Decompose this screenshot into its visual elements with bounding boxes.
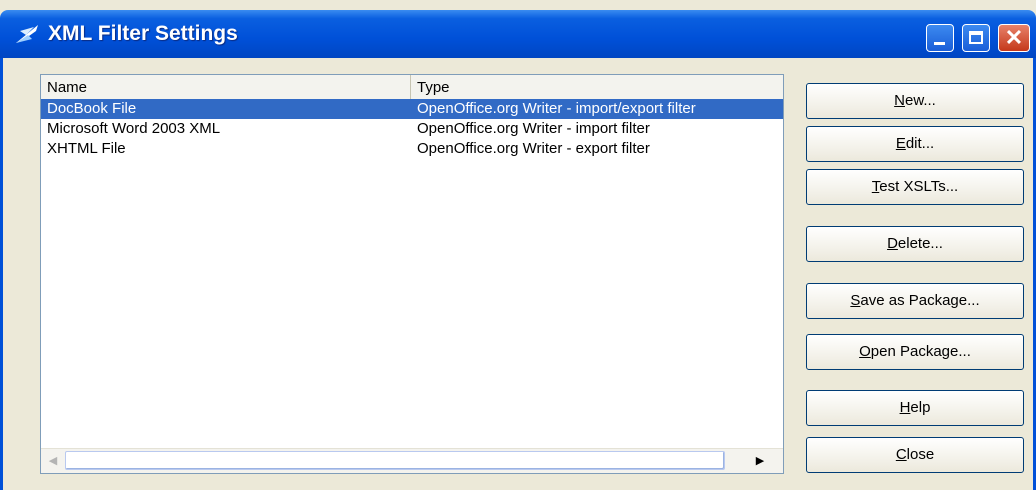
list-header: Name Type [41,75,783,100]
list-rows: DocBook File OpenOffice.org Writer - imp… [41,99,783,159]
scroll-left-button[interactable]: ◀ [43,451,63,471]
new-access-key: N [894,92,905,109]
filter-list[interactable]: Name Type DocBook File OpenOffice.org Wr… [40,74,784,474]
arrow-left-icon: ◀ [48,455,58,467]
close-icon: ✕ [1004,25,1024,50]
delete-button[interactable]: Delete... [806,226,1024,262]
title-bar[interactable]: XML Filter Settings ✕ [0,10,1036,58]
maximize-icon [969,31,983,44]
scroll-right-button[interactable]: ▶ [739,451,781,471]
xml-filter-icon [16,25,38,43]
horizontal-scrollbar[interactable]: ◀ ▶ [41,448,783,473]
row-type: OpenOffice.org Writer - export filter [417,140,650,157]
row-type: OpenOffice.org Writer - import/export fi… [417,100,696,117]
column-header-name[interactable]: Name [41,75,411,99]
row-name: Microsoft Word 2003 XML [47,120,221,137]
scroll-thumb[interactable] [65,451,725,470]
help-label: elp [910,399,931,416]
new-button[interactable]: New... [806,83,1024,119]
close-button[interactable]: Close [806,437,1024,473]
new-label: ew... [904,92,936,109]
row-type: OpenOffice.org Writer - import filter [417,120,650,137]
edit-button[interactable]: Edit... [806,126,1024,162]
edit-label: dit... [905,135,935,152]
maximize-button[interactable] [962,24,990,52]
close-label: lose [906,446,935,463]
row-name: XHTML File [47,140,126,157]
xml-filter-settings-dialog: XML Filter Settings ✕ Name Type DocBook … [0,0,1036,490]
column-header-type[interactable]: Type [411,75,783,99]
save-access-key: S [850,292,861,309]
list-row[interactable]: DocBook File OpenOffice.org Writer - imp… [41,99,783,119]
list-row[interactable]: XHTML File OpenOffice.org Writer - expor… [41,139,783,159]
minimize-button[interactable] [926,24,954,52]
list-row[interactable]: Microsoft Word 2003 XML OpenOffice.org W… [41,119,783,139]
close-access-key: C [895,446,907,463]
help-access-key: H [899,399,911,416]
save-as-package-button[interactable]: Save as Package... [806,283,1024,319]
open-access-key: O [859,343,871,360]
edit-access-key: E [895,135,906,152]
delete-access-key: D [887,235,898,252]
close-window-button[interactable]: ✕ [998,24,1030,52]
test-label: est XSLTs... [879,178,959,195]
delete-label: elete... [897,235,943,252]
help-button[interactable]: Help [806,390,1024,426]
arrow-right-icon: ▶ [755,455,765,467]
open-label: pen Package... [870,343,971,360]
save-label: ave as Package... [860,292,980,309]
row-name: DocBook File [47,100,137,117]
test-xslts-button[interactable]: Test XSLTs... [806,169,1024,205]
minimize-icon [934,42,945,45]
window-title: XML Filter Settings [48,22,238,45]
open-package-button[interactable]: Open Package... [806,334,1024,370]
